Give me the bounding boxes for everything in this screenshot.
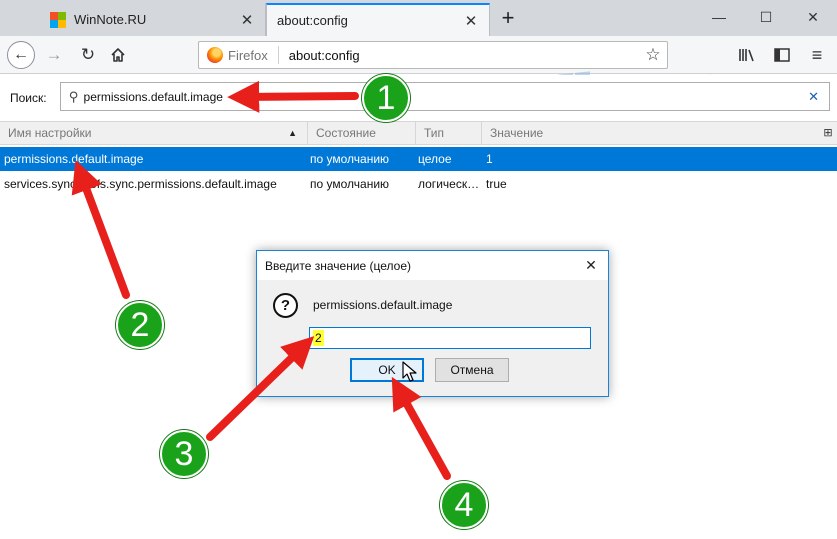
- mouse-cursor-icon: [402, 361, 417, 382]
- step-marker-2: 2: [116, 301, 164, 349]
- step-marker-4: 4: [440, 481, 488, 529]
- arrow-4: [391, 376, 451, 480]
- step-marker-1: 1: [362, 74, 410, 122]
- arrow-2: [71, 160, 130, 299]
- arrow-1: [227, 80, 359, 113]
- step-marker-3: 3: [160, 430, 208, 478]
- browser-window: WinNote.RU ✕ about:config ✕ + — ☐ ✕ ← → …: [0, 0, 837, 539]
- annotation-arrows: [71, 80, 451, 480]
- arrow-3: [206, 336, 315, 441]
